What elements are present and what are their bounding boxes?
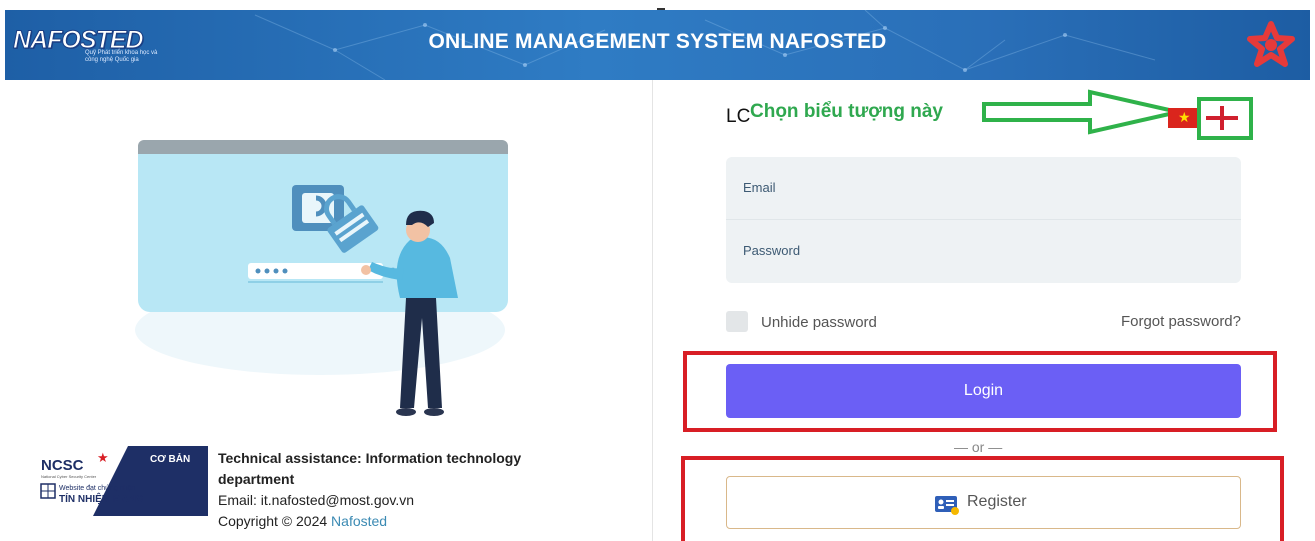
id-card-icon [935,496,959,515]
register-label: Register [967,493,1027,510]
ministry-star-logo-icon [1247,21,1295,67]
login-button[interactable]: Login [726,364,1241,418]
register-button[interactable]: Register [726,476,1241,529]
page-title: ONLINE MANAGEMENT SYSTEM NAFOSTED [428,30,887,53]
panel-divider [652,80,653,541]
email-field[interactable] [856,173,1226,201]
unhide-password-label[interactable]: Unhide password [761,314,877,331]
flag-star-icon: ★ [1178,109,1191,125]
copyright-brand-link[interactable]: Nafosted [331,513,387,529]
ncsc-org-label: NCSC [41,457,84,474]
password-field[interactable] [856,236,1226,264]
password-label: Password [743,243,801,258]
annotation-highlight-box [1197,97,1253,140]
annotation-instruction: Chọn biểu tượng này [750,101,943,122]
app-header: NAFOSTED Quỹ Phát triển khoa học và công… [5,10,1310,80]
or-separator: — or — [954,439,1003,455]
vietnamese-flag-icon[interactable]: ★ [1168,108,1198,128]
support-email: Email: it.nafosted@most.gov.vn [218,492,415,508]
login-heading-partial: LC [726,106,751,127]
forgot-password-link[interactable]: Forgot password? [1121,313,1241,330]
ncsc-line1: Website đạt chứng nhận [59,485,135,492]
top-mark [657,8,665,10]
ncsc-star-icon: ★ [97,451,109,466]
tech-assistance-info: Technical assistance: Information techno… [218,448,578,532]
ncsc-org-sub: National Cyber Security Center [41,474,97,479]
unhide-password-checkbox[interactable] [726,311,748,332]
annotation-arrow-icon [982,89,1179,135]
copyright-prefix: Copyright © 2024 [218,513,328,529]
ncsc-level-label: CƠ BẢN [150,452,190,465]
form-separator [726,219,1241,220]
email-label: Email [743,180,776,195]
login-form: Email Password [726,157,1241,283]
ncsc-trust-badge[interactable]: NCSC ★ National Cyber Security Center CƠ… [33,446,208,516]
copyright: Copyright © 2024 Nafosted [218,511,578,532]
login-illustration: ♂ [135,140,508,416]
tech-assistance-title: Technical assistance: Information techno… [218,450,522,487]
ncsc-line2: TÍN NHIỆM MẠNG [59,492,144,505]
